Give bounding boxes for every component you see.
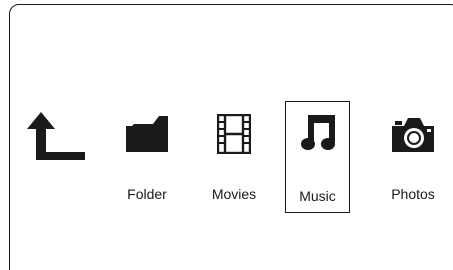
music-label: Music [299, 188, 336, 204]
folder-item[interactable]: Folder [113, 108, 181, 208]
music-item[interactable]: Music [285, 101, 350, 213]
folder-label: Folder [127, 186, 167, 202]
camera-icon [392, 118, 434, 152]
back-button[interactable] [26, 108, 90, 168]
movies-item[interactable]: Movies [200, 108, 268, 208]
film-strip-icon [217, 114, 251, 154]
music-note-icon [300, 115, 335, 150]
folder-icon [126, 116, 168, 152]
photos-label: Photos [391, 186, 435, 202]
photos-item[interactable]: Photos [379, 108, 447, 208]
back-arrow-icon [27, 112, 85, 160]
movies-label: Movies [211, 186, 257, 202]
